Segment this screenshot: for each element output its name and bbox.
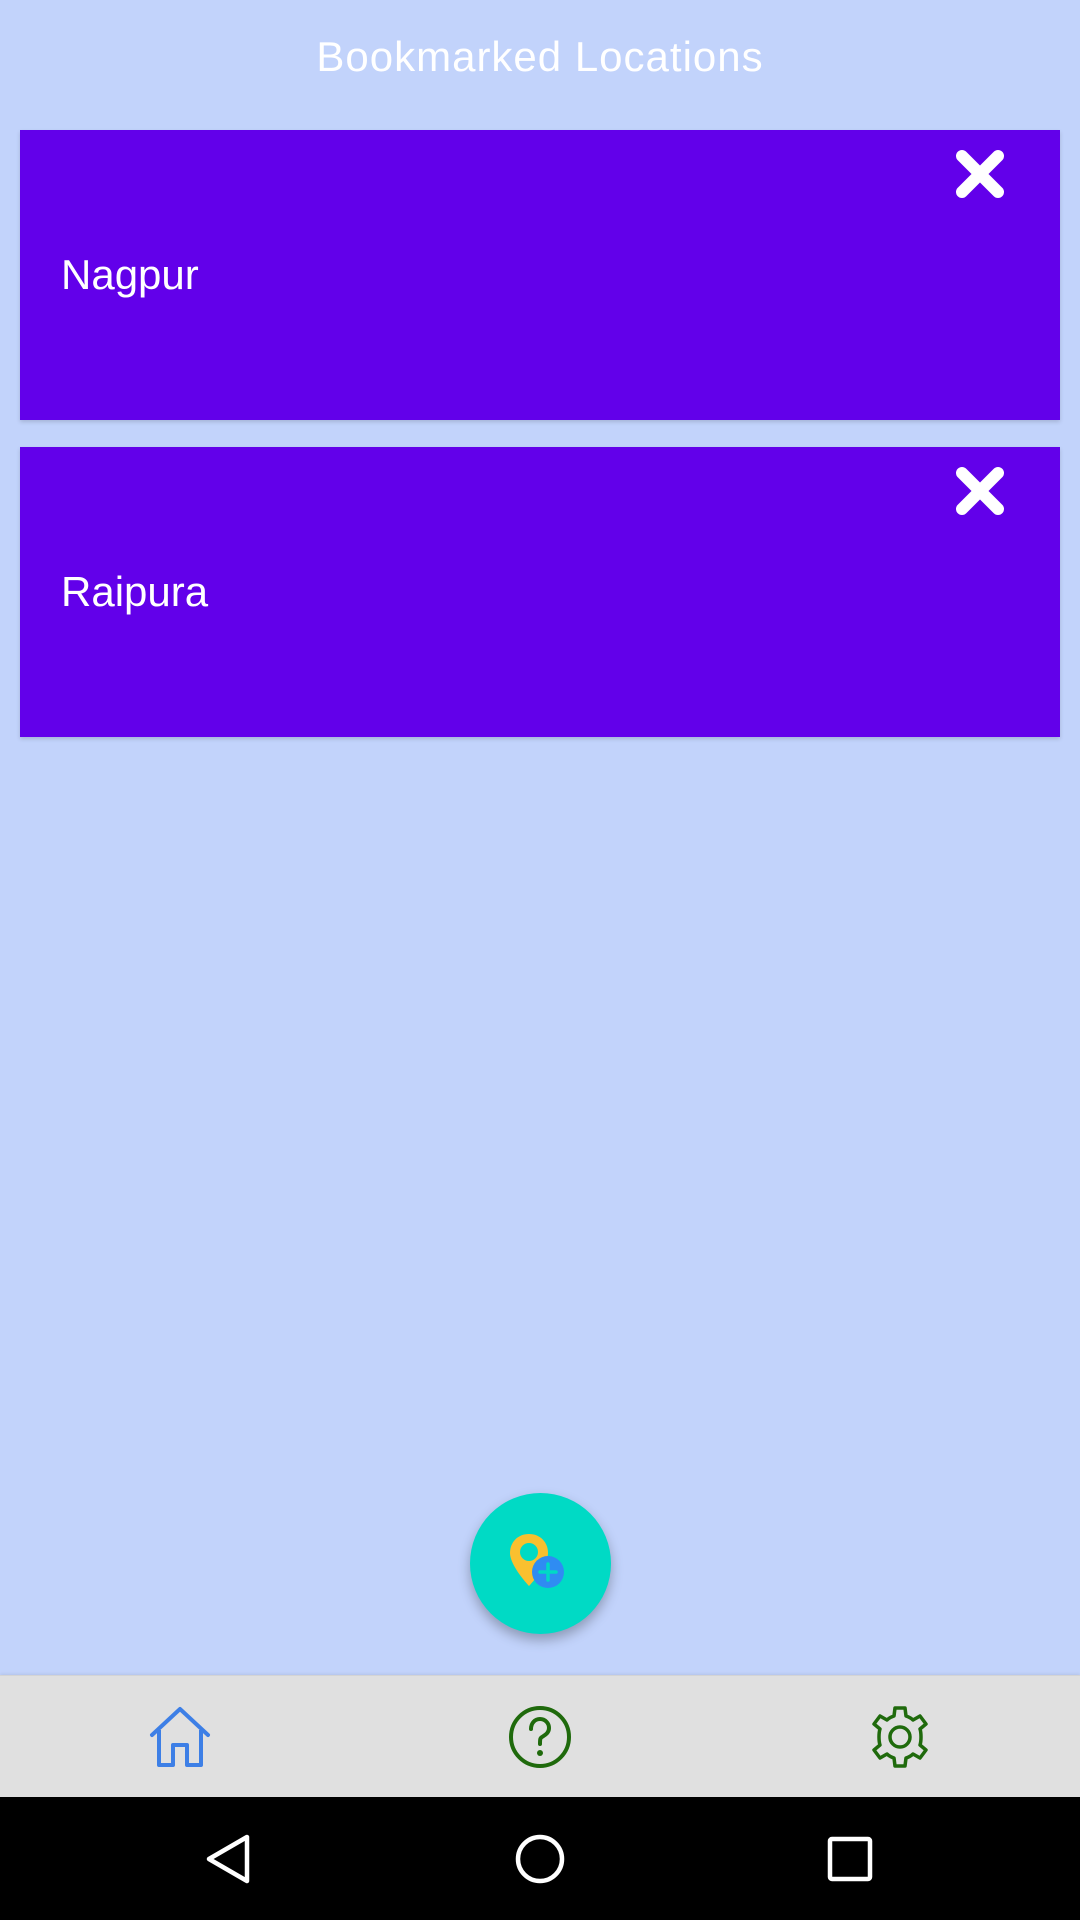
bookmark-card[interactable]: Raipura bbox=[20, 447, 1060, 737]
add-location-button[interactable] bbox=[470, 1493, 611, 1634]
bookmark-name: Raipura bbox=[61, 568, 209, 615]
home-circle-icon bbox=[515, 1834, 565, 1883]
nav-help-button[interactable] bbox=[480, 1676, 600, 1798]
system-home-button[interactable] bbox=[480, 1797, 600, 1920]
system-navigation-bar bbox=[0, 1797, 1080, 1920]
bookmark-name: Nagpur bbox=[61, 251, 199, 298]
bottom-navigation bbox=[0, 1675, 1080, 1798]
recents-icon bbox=[827, 1836, 873, 1881]
back-icon bbox=[206, 1834, 250, 1883]
help-icon bbox=[509, 1706, 571, 1768]
bookmark-list: Nagpur Raipura bbox=[20, 130, 1060, 764]
page-title: Bookmarked Locations bbox=[316, 33, 764, 80]
system-recents-button[interactable] bbox=[790, 1797, 910, 1920]
app-screen: Bookmarked Locations Nagpur Raipura bbox=[0, 0, 1080, 1920]
nav-settings-button[interactable] bbox=[840, 1676, 960, 1798]
add-location-icon bbox=[509, 1533, 564, 1588]
nav-home-button[interactable] bbox=[120, 1676, 240, 1798]
gear-icon bbox=[872, 1706, 928, 1768]
close-icon[interactable] bbox=[950, 144, 1010, 204]
system-back-button[interactable] bbox=[170, 1797, 290, 1920]
close-icon[interactable] bbox=[950, 461, 1010, 521]
home-icon bbox=[150, 1707, 210, 1767]
bookmark-card[interactable]: Nagpur bbox=[20, 130, 1060, 420]
